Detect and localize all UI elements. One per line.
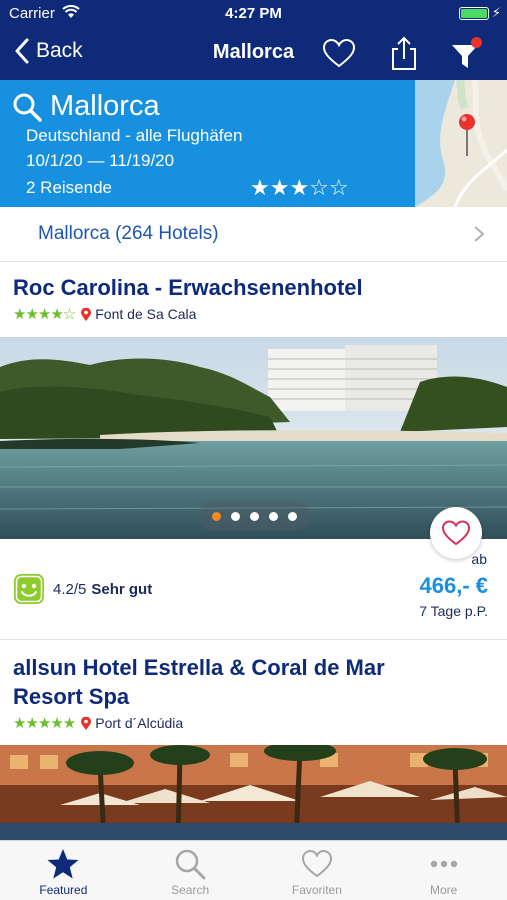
more-icon xyxy=(430,860,457,868)
hotel-meta: ★★★★☆ Font de Sa Cala xyxy=(13,305,196,323)
hotel-stars: ★★★★★ xyxy=(13,715,76,732)
filter-active-badge xyxy=(471,37,482,48)
location-pin-icon xyxy=(81,307,92,321)
search-icon xyxy=(175,849,206,880)
dates-label: 10/1/20 — 11/19/20 xyxy=(26,151,175,170)
share-icon xyxy=(392,36,416,70)
tab-bar: Featured Search Favoriten More xyxy=(0,840,507,900)
search-destination: Mallorca xyxy=(12,90,160,123)
tab-favorites[interactable]: Favoriten xyxy=(254,841,381,900)
region-list-item[interactable]: Mallorca (264 Hotels) xyxy=(0,207,507,262)
filter-button[interactable] xyxy=(448,36,484,72)
search-summary[interactable]: Mallorca Deutschland - alle Flughäfen 10… xyxy=(0,80,507,207)
tab-search[interactable]: Search xyxy=(127,841,254,900)
hotel-price[interactable]: 466,- € xyxy=(420,573,489,599)
heart-icon xyxy=(322,38,356,68)
hotel-name-line: allsun Hotel Estrella & Coral de Mar xyxy=(13,655,385,680)
rating-label: Sehr gut xyxy=(91,580,153,598)
charging-icon: ⚡ xyxy=(491,5,501,20)
hotel-photo-carousel[interactable] xyxy=(0,745,507,840)
tab-label: Search xyxy=(171,883,210,897)
rating-score: 4.2/5 xyxy=(53,580,87,598)
carousel-dot[interactable] xyxy=(287,511,297,521)
destination-label: Mallorca xyxy=(50,90,160,122)
carousel-dot[interactable] xyxy=(211,511,221,521)
tab-featured[interactable]: Featured xyxy=(0,841,127,900)
map-thumbnail[interactable] xyxy=(415,80,507,207)
hotel-meta: ★★★★★ Port d´Alcúdia xyxy=(13,714,183,732)
carousel-page-indicator[interactable] xyxy=(198,501,310,531)
hotel-photo xyxy=(0,745,507,840)
top-bar: Carrier 4:27 PM ⚡ Back Mallorca xyxy=(0,0,507,80)
divider xyxy=(0,639,507,640)
back-button[interactable]: Back xyxy=(14,38,83,64)
chevron-left-icon xyxy=(15,38,29,64)
tab-label: More xyxy=(429,883,458,897)
battery-icon xyxy=(459,7,489,20)
tab-label: Featured xyxy=(39,883,88,897)
map-icon xyxy=(415,80,507,207)
share-button[interactable] xyxy=(386,36,422,72)
favorite-button[interactable] xyxy=(321,36,357,72)
carousel-dot[interactable] xyxy=(268,511,278,521)
carousel-dot[interactable] xyxy=(249,511,259,521)
back-label: Back xyxy=(36,39,83,62)
navigation-bar: Back Mallorca xyxy=(0,28,507,80)
price-note: 7 Tage p.P. xyxy=(419,603,488,619)
hotel-stars: ★★★★☆ xyxy=(13,306,76,323)
heart-icon xyxy=(441,520,471,546)
smiley-icon xyxy=(14,574,44,604)
travelers-label: 2 Reisende xyxy=(26,178,113,197)
hotel-name-line: Resort Spa xyxy=(13,684,130,709)
region-label: Mallorca (264 Hotels) xyxy=(38,223,219,244)
hotel-location: Port d´Alcúdia xyxy=(95,715,184,731)
hotel-location: Font de Sa Cala xyxy=(95,306,197,322)
review-rating: 4.2/5 Sehr gut xyxy=(13,573,152,605)
search-icon xyxy=(13,93,42,122)
airports-label: Deutschland - alle Flughäfen xyxy=(26,126,243,145)
status-bar: Carrier 4:27 PM ⚡ xyxy=(0,0,507,28)
clock: 4:27 PM xyxy=(225,5,282,22)
tab-label: Favoriten xyxy=(291,883,342,897)
hotel-name[interactable]: Roc Carolina - Erwachsenenhotel xyxy=(13,273,363,302)
location-pin-icon xyxy=(81,716,92,730)
category-stars: ★★★☆☆ xyxy=(250,175,349,200)
chevron-right-icon xyxy=(474,226,485,242)
heart-icon xyxy=(301,849,332,878)
carousel-dot[interactable] xyxy=(230,511,240,521)
hotel-name[interactable]: allsun Hotel Estrella & Coral de Mar Res… xyxy=(13,653,385,711)
star-icon xyxy=(47,849,79,879)
price-prefix: ab xyxy=(471,551,487,567)
tab-more[interactable]: More xyxy=(380,841,507,900)
